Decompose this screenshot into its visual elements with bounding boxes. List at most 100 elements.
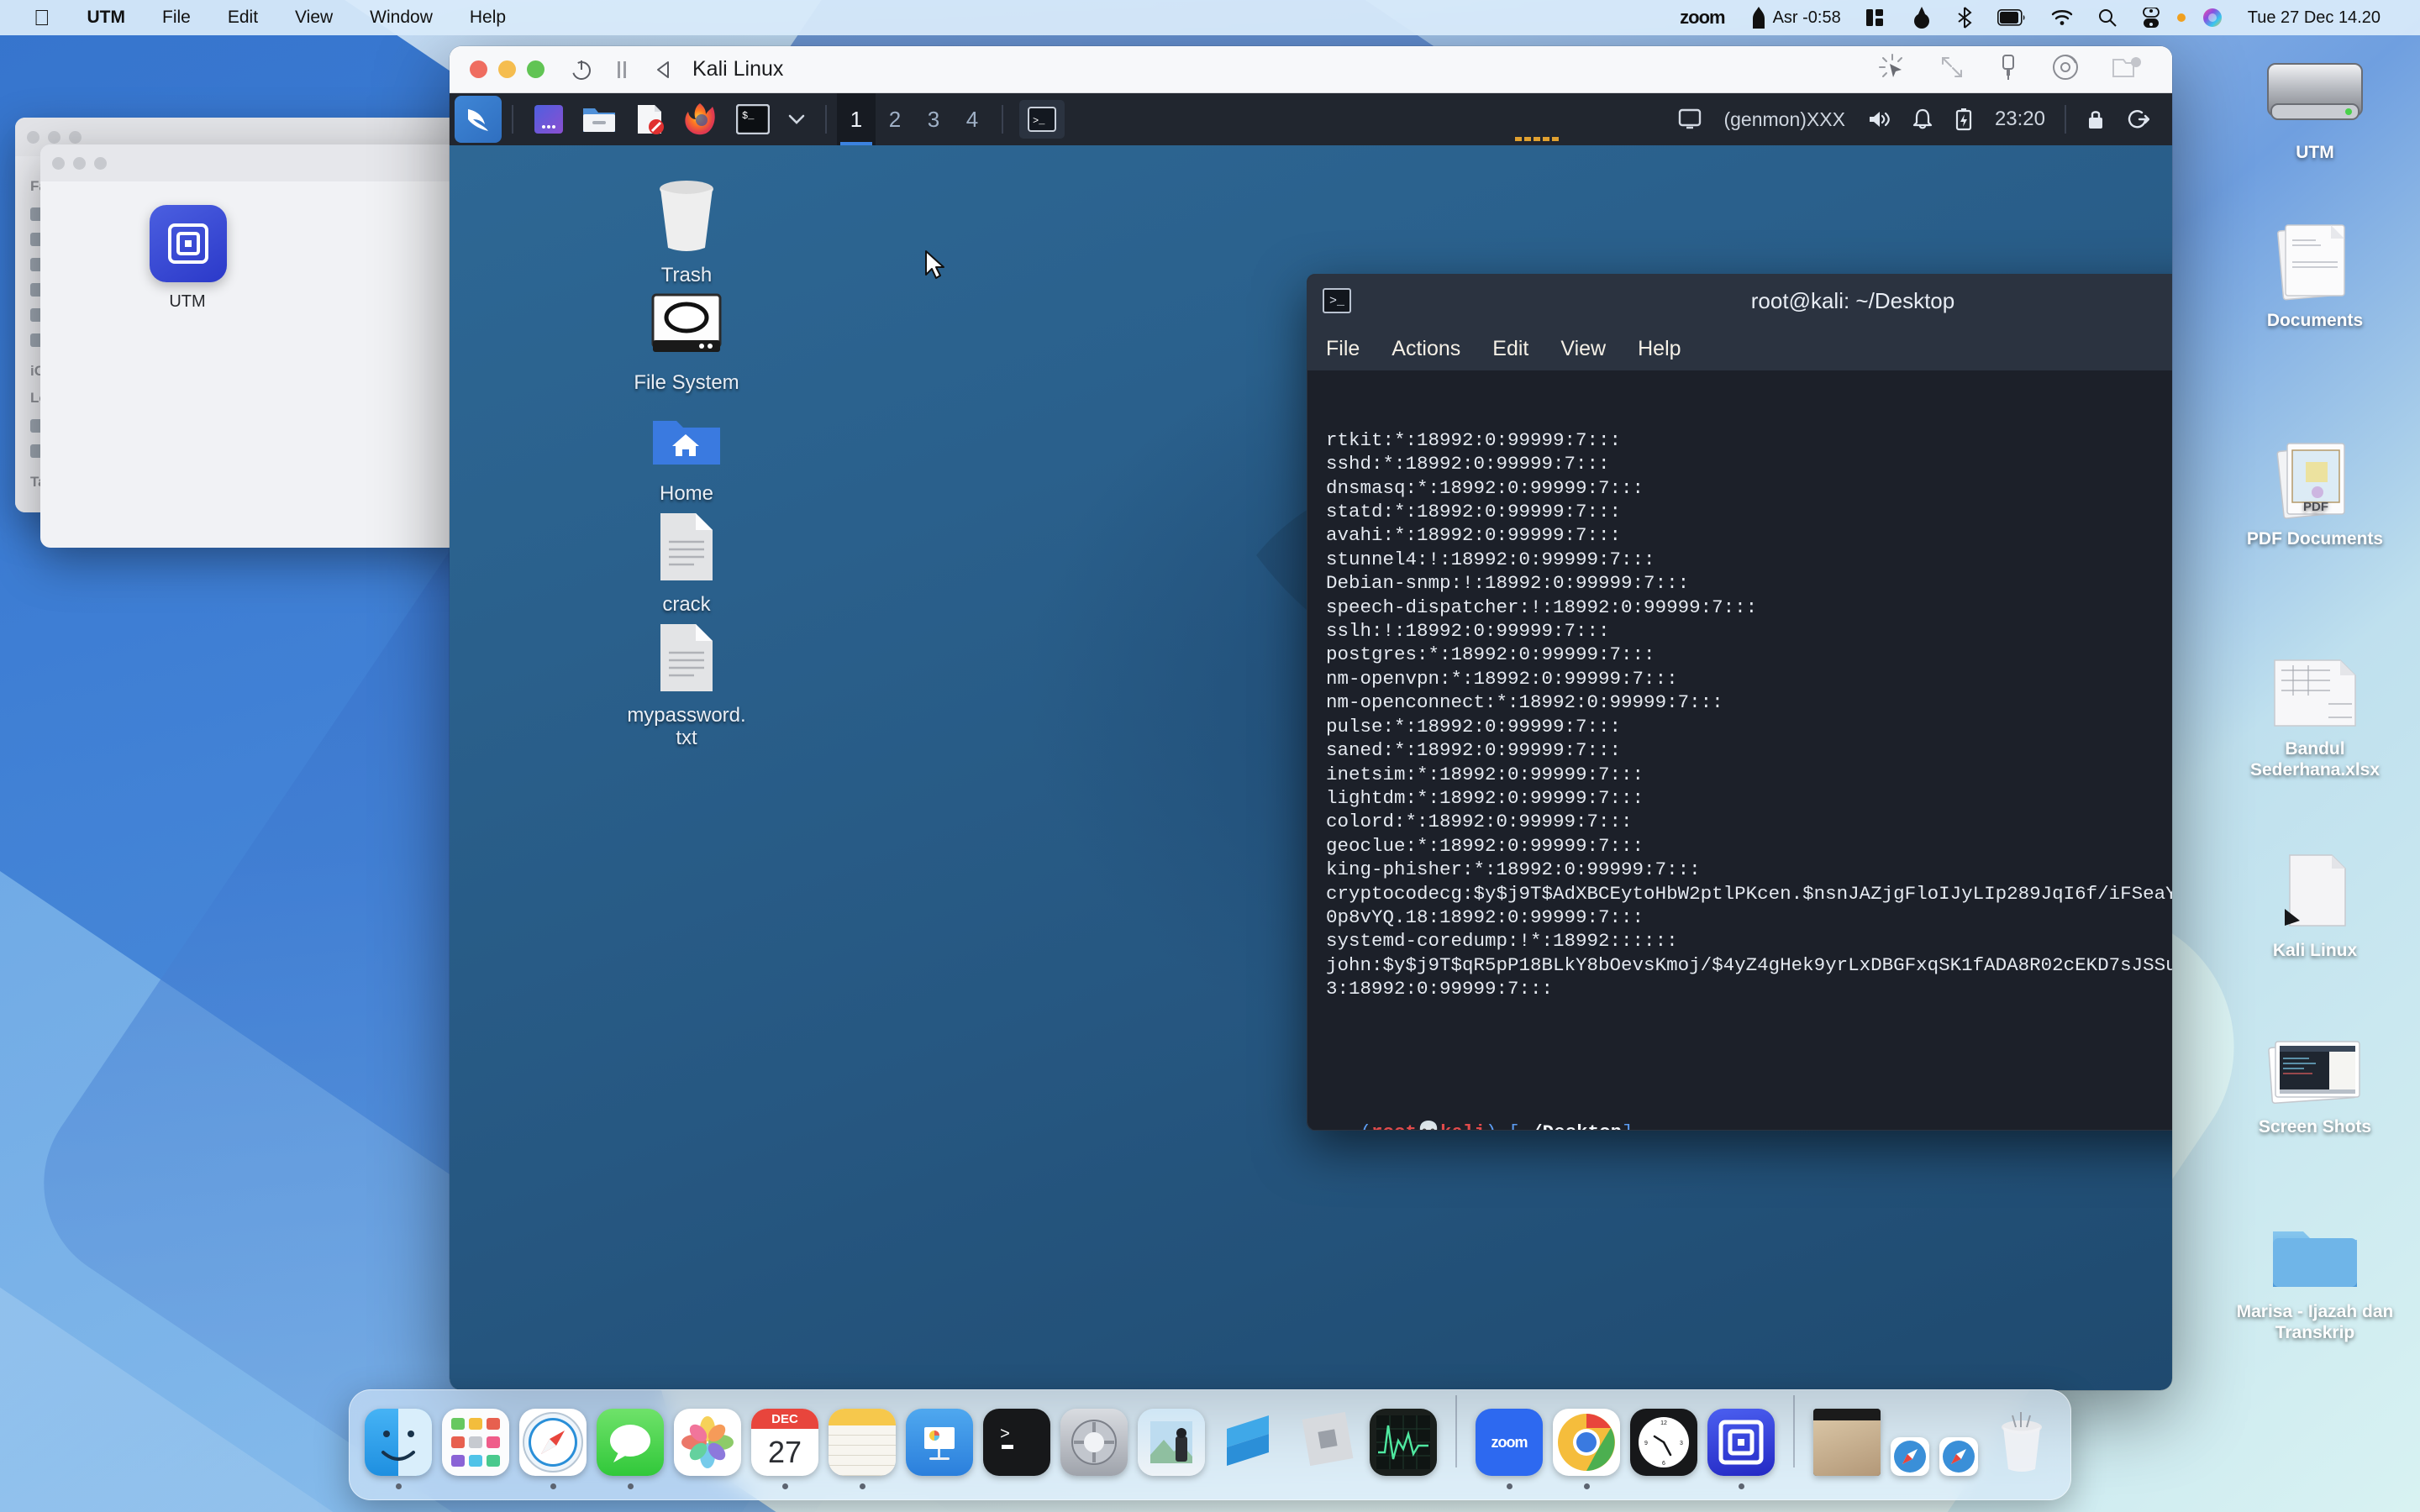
window-traffic-lights[interactable] <box>465 60 544 78</box>
close-button[interactable] <box>470 60 487 78</box>
resize-icon[interactable] <box>1939 54 1965 85</box>
prayer-status-item[interactable]: Asr -0:58 <box>1738 7 1854 29</box>
dock-minimized-photo-window[interactable] <box>1813 1409 1881 1489</box>
pause-icon[interactable] <box>613 59 630 81</box>
battery-icon[interactable] <box>1985 9 2039 26</box>
usb-icon[interactable] <box>1997 53 2019 86</box>
workspace-4[interactable]: 4 <box>953 93 992 145</box>
siri-icon[interactable] <box>2190 8 2235 28</box>
search-icon[interactable] <box>2086 8 2129 27</box>
close-icon[interactable] <box>27 130 39 144</box>
utm-app-icon[interactable] <box>150 205 227 282</box>
macos-dock[interactable]: DEC 27 > zoom 12 3 6 9 <box>349 1389 2071 1500</box>
power-icon[interactable] <box>570 58 593 81</box>
desktop-icon-kali-linux-alias[interactable]: Kali Linux <box>2218 840 2412 962</box>
minimize-icon[interactable] <box>73 156 86 170</box>
firefox-icon[interactable] <box>681 100 719 139</box>
bluetooth-icon[interactable] <box>1944 7 1985 29</box>
dock-item-roblox[interactable] <box>1292 1409 1360 1489</box>
front-finder-window[interactable]: UTM <box>40 144 469 548</box>
disk-icon[interactable] <box>2051 53 2080 86</box>
workspace-1[interactable]: 1 <box>837 93 876 145</box>
menu-help[interactable]: Help <box>1638 337 1681 361</box>
volume-icon[interactable] <box>1856 109 1902 129</box>
minimize-button[interactable] <box>498 60 516 78</box>
dock-item-calendar[interactable]: DEC 27 <box>751 1409 818 1489</box>
kali-desktop-icon-trash[interactable]: Trash <box>602 167 771 287</box>
dock-item-photos[interactable] <box>674 1409 741 1489</box>
kali-clock[interactable]: 23:20 <box>1984 108 2056 131</box>
utm-window[interactable]: Kali Linux $_ 1 2 3 4 >_ (genmon)XXX 23:… <box>450 46 2172 1390</box>
menu-item-help[interactable]: Help <box>451 8 524 28</box>
dock-item-sublime-text[interactable] <box>1215 1409 1282 1489</box>
zoom-icon[interactable] <box>69 130 82 144</box>
menu-actions[interactable]: Actions <box>1392 337 1460 361</box>
minimize-icon[interactable] <box>48 130 60 144</box>
terminal-output[interactable]: rtkit:*:18992:0:99999:7::: sshd:*:18992:0… <box>1307 370 2172 1130</box>
lock-icon[interactable] <box>2075 108 2117 130</box>
workspace-2[interactable]: 2 <box>876 93 914 145</box>
dock-item-chrome[interactable] <box>1553 1409 1620 1489</box>
stage-manager-icon[interactable] <box>1854 8 1899 28</box>
dock-minimized-safari-2[interactable] <box>1939 1437 1978 1489</box>
wifi-icon[interactable] <box>2039 9 2086 26</box>
desktop-icon-documents[interactable]: Documents <box>2218 210 2412 332</box>
text-editor-icon[interactable] <box>630 100 669 139</box>
kali-desktop-icon-home[interactable]: Home <box>602 386 771 506</box>
dock-item-activity-monitor[interactable] <box>1370 1409 1437 1489</box>
dock-minimized-safari-1[interactable] <box>1891 1437 1929 1489</box>
dock-item-messages[interactable] <box>597 1409 664 1489</box>
menu-file[interactable]: File <box>1326 337 1360 361</box>
dock-item-clock[interactable]: 12 3 6 9 <box>1630 1409 1697 1489</box>
bell-icon[interactable] <box>1902 108 1944 130</box>
dock-item-utm[interactable] <box>1707 1409 1775 1489</box>
dock-item-trash[interactable] <box>1988 1409 2055 1489</box>
kali-desktop-icon-crack[interactable]: crack <box>602 496 771 617</box>
dock-item-launchpad[interactable] <box>442 1409 509 1489</box>
menu-item-file[interactable]: File <box>144 8 209 28</box>
slack-icon[interactable] <box>1899 7 1944 29</box>
dock-item-terminal[interactable]: > <box>983 1409 1050 1489</box>
desktop-icon-utm-drive[interactable]: UTM <box>2218 42 2412 164</box>
app-finder-icon[interactable] <box>529 100 568 139</box>
kali-desktop-icon-mypassword[interactable]: mypassword. txt <box>602 607 771 750</box>
back-triangle-icon[interactable] <box>654 59 674 81</box>
battery-charging-icon[interactable] <box>1944 108 1984 131</box>
control-center-icon[interactable] <box>2129 8 2173 28</box>
dock-item-notes[interactable] <box>829 1409 896 1489</box>
menu-view[interactable]: View <box>1560 337 1606 361</box>
apple-logo-icon[interactable]:  <box>15 7 69 29</box>
dock-item-finder[interactable] <box>365 1409 432 1489</box>
chevron-down-icon[interactable] <box>784 100 809 139</box>
terminal-icon[interactable]: $_ <box>734 100 772 139</box>
menubar-clock[interactable]: Tue 27 Dec 14.20 <box>2235 8 2393 28</box>
menu-item-utm[interactable]: UTM <box>69 8 145 28</box>
menu-edit[interactable]: Edit <box>1492 337 1528 361</box>
desktop-icon-pdf-documents[interactable]: PDF PDF Documents <box>2218 428 2412 550</box>
logout-icon[interactable] <box>2117 108 2160 130</box>
menu-item-view[interactable]: View <box>276 8 351 28</box>
kali-desktop-icon-file-system[interactable]: File System <box>602 275 771 395</box>
dock-item-zoom[interactable]: zoom <box>1476 1409 1543 1489</box>
dock-item-preview[interactable] <box>1138 1409 1205 1489</box>
shared-folder-icon[interactable] <box>2112 55 2142 84</box>
zoom-status-item[interactable]: zoom <box>1667 7 1737 29</box>
terminal-window-button[interactable]: >_ <box>1019 100 1065 139</box>
menu-item-window[interactable]: Window <box>351 8 451 28</box>
terminal-window[interactable]: >_ root@kali: ~/Desktop ✕ File Actions E… <box>1307 274 2172 1131</box>
dock-item-system-settings[interactable] <box>1060 1409 1128 1489</box>
desktop-icon-marisa-folder[interactable]: Marisa - Ijazah dan Transkrip <box>2210 1201 2420 1344</box>
desktop-icon-bandul-xlsx[interactable]: Bandul Sederhana.xlsx <box>2218 638 2412 781</box>
zoom-icon[interactable] <box>94 156 107 170</box>
kali-dragon-icon[interactable] <box>455 96 502 143</box>
workspace-3[interactable]: 3 <box>914 93 953 145</box>
dock-item-keynote[interactable] <box>906 1409 973 1489</box>
file-manager-icon[interactable] <box>580 100 618 139</box>
dock-item-safari[interactable] <box>519 1409 587 1489</box>
menu-item-edit[interactable]: Edit <box>209 8 276 28</box>
genmon-label[interactable]: (genmon)XXX <box>1712 108 1855 131</box>
zoom-button[interactable] <box>527 60 544 78</box>
desktop-icon-screen-shots[interactable]: Screen Shots <box>2218 1016 2412 1138</box>
close-icon[interactable] <box>52 156 65 170</box>
display-icon[interactable] <box>1667 108 1712 130</box>
